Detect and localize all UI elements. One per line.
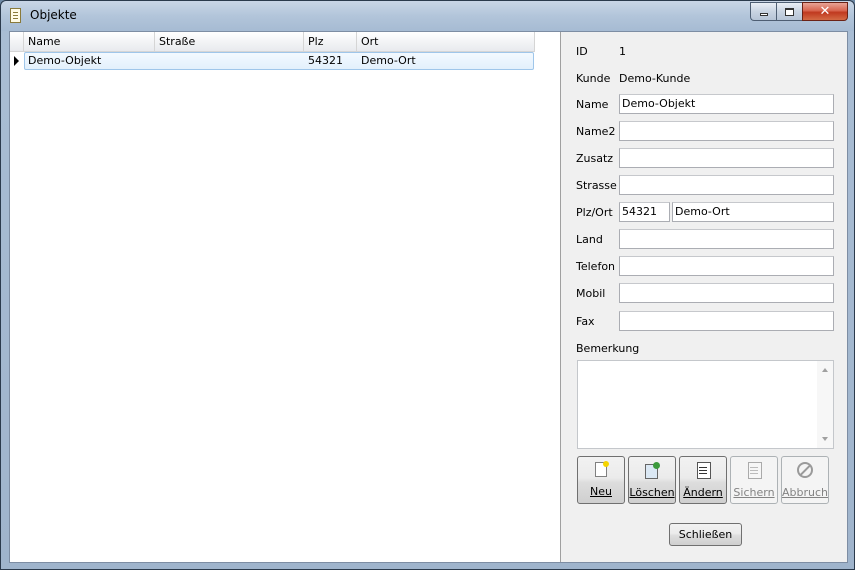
land-field[interactable] <box>619 229 834 249</box>
new-document-icon <box>595 461 609 477</box>
scroll-up-icon[interactable] <box>822 368 828 372</box>
strasse-field[interactable] <box>619 175 834 195</box>
maximize-button[interactable] <box>776 2 802 21</box>
telefon-label: Telefon <box>576 260 616 273</box>
ort-field[interactable]: Demo-Ort <box>672 202 834 222</box>
client-area: Name Straße Plz Ort Demo-Objekt 54321 De… <box>9 31 848 563</box>
name-field[interactable]: Demo-Objekt <box>619 94 834 114</box>
telefon-field[interactable] <box>619 256 834 276</box>
fax-field[interactable] <box>619 311 834 331</box>
mobil-field[interactable] <box>619 283 834 303</box>
land-label: Land <box>576 233 603 246</box>
action-toolbar: Neu Löschen Ändern Sichern Abbruch <box>577 456 829 504</box>
zusatz-field[interactable] <box>619 148 834 168</box>
delete-button-label: Löschen <box>629 486 675 499</box>
maximize-icon <box>785 7 794 16</box>
close-icon: ✕ <box>819 4 831 19</box>
cell-ort[interactable]: Demo-Ort <box>357 52 535 70</box>
save-document-icon <box>746 462 762 479</box>
kunde-label: Kunde <box>576 72 611 85</box>
current-row-indicator-icon <box>14 56 19 66</box>
id-label: ID <box>576 45 588 58</box>
title-bar[interactable]: Objekte ✕ <box>1 1 854 31</box>
fax-label: Fax <box>576 315 595 328</box>
bemerkung-textarea[interactable] <box>577 360 834 449</box>
zusatz-label: Zusatz <box>576 152 614 165</box>
save-button-label: Sichern <box>733 486 775 499</box>
name-label: Name <box>576 98 609 111</box>
cancel-button-label: Abbruch <box>782 486 829 499</box>
details-panel: ID 1 Kunde Demo-Kunde Name Demo-Objekt N… <box>562 32 847 562</box>
strasse-label: Strasse <box>576 179 617 192</box>
edit-button-label: Ändern <box>683 486 723 499</box>
name2-label: Name2 <box>576 125 616 138</box>
edit-document-icon <box>695 462 711 479</box>
save-button[interactable]: Sichern <box>730 456 778 504</box>
mobil-label: Mobil <box>576 287 606 300</box>
grid-header: Name Straße Plz Ort <box>10 32 535 52</box>
plzort-label: Plz/Ort <box>576 206 613 219</box>
new-button-label: Neu <box>590 485 612 498</box>
window-controls: ✕ <box>750 2 848 21</box>
table-row[interactable]: Demo-Objekt 54321 Demo-Ort <box>10 52 535 70</box>
cancel-icon <box>797 462 813 478</box>
bemerkung-label: Bemerkung <box>576 342 640 355</box>
column-header-name[interactable]: Name <box>24 32 155 52</box>
window-title: Objekte <box>30 8 77 22</box>
column-header-strasse[interactable]: Straße <box>155 32 304 52</box>
new-button[interactable]: Neu <box>577 456 625 504</box>
close-window-button[interactable]: ✕ <box>802 2 848 21</box>
minimize-button[interactable] <box>750 2 776 21</box>
plz-field[interactable]: 54321 <box>619 202 670 222</box>
row-header-corner <box>10 32 24 52</box>
id-value: 1 <box>619 45 626 58</box>
column-header-plz[interactable]: Plz <box>304 32 357 52</box>
cell-plz[interactable]: 54321 <box>304 52 357 70</box>
cancel-button[interactable]: Abbruch <box>781 456 829 504</box>
delete-document-icon <box>644 462 660 479</box>
delete-button[interactable]: Löschen <box>628 456 676 504</box>
document-list-icon <box>10 8 21 23</box>
edit-button[interactable]: Ändern <box>679 456 727 504</box>
bemerkung-scrollbar[interactable] <box>817 361 833 448</box>
cell-strasse[interactable] <box>155 52 304 70</box>
schliessen-button[interactable]: Schließen <box>669 523 742 546</box>
minimize-icon <box>759 13 768 16</box>
cell-name[interactable]: Demo-Objekt <box>24 52 155 70</box>
kunde-value: Demo-Kunde <box>619 72 691 85</box>
column-header-ort[interactable]: Ort <box>357 32 535 52</box>
scroll-down-icon[interactable] <box>822 437 828 441</box>
name2-field[interactable] <box>619 121 834 141</box>
objekte-window: Objekte ✕ Name Straße Plz Ort Demo-Objek… <box>0 0 855 570</box>
objects-grid[interactable]: Name Straße Plz Ort Demo-Objekt 54321 De… <box>10 32 561 562</box>
